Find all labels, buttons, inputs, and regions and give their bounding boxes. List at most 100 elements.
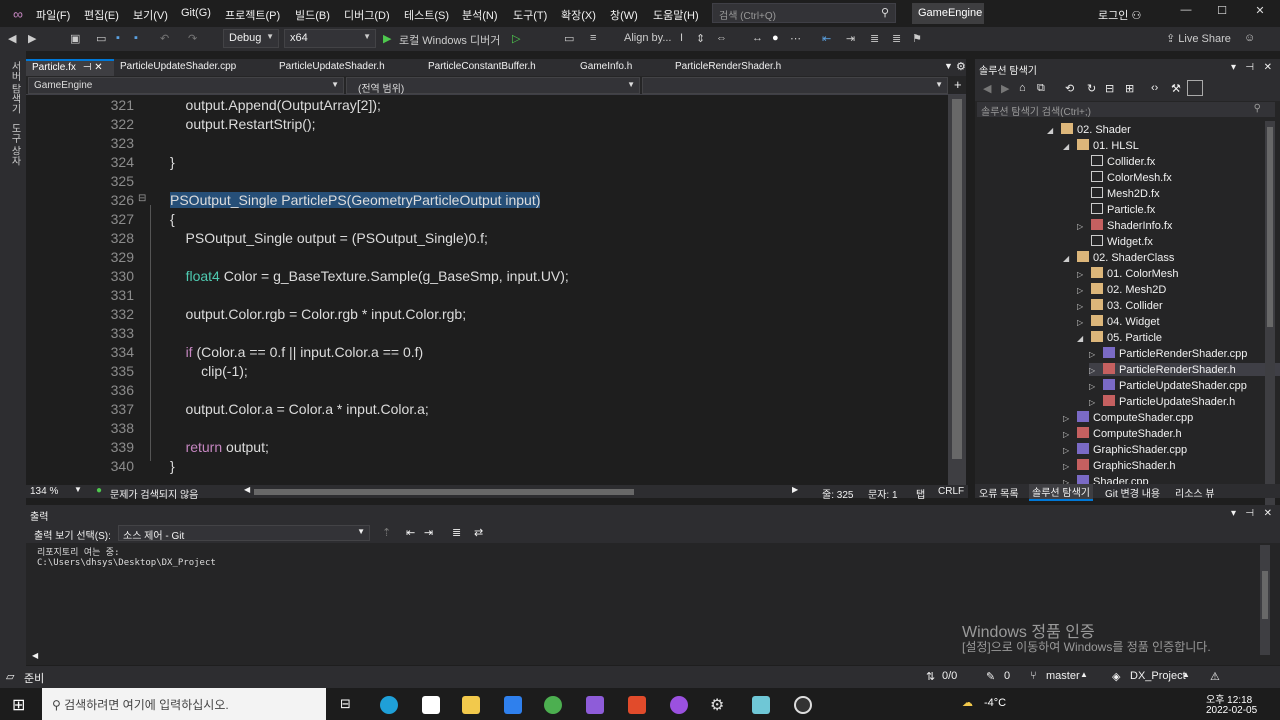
tree-item[interactable]: ▷ 03. Collider [1077, 299, 1163, 312]
tab-game-info-h[interactable]: GameInfo.h [574, 59, 638, 76]
align-by-button[interactable]: Align by... [624, 32, 672, 44]
close-icon[interactable]: ✕ [1248, 4, 1272, 22]
close-icon[interactable]: ✕ [1264, 62, 1272, 73]
forward-icon[interactable]: ▶ [1001, 82, 1009, 95]
login-button[interactable]: 로그인 ⚇ [1098, 7, 1141, 23]
align-center-icon[interactable]: ⇕ [696, 32, 705, 45]
eol-indicator[interactable]: CRLF [938, 486, 964, 497]
tree-item[interactable]: Widget.fx [1077, 235, 1153, 248]
server-explorer-tab[interactable]: 서버 탐색기 [7, 61, 22, 114]
open-icon[interactable]: ▭ [96, 32, 106, 45]
tree-item[interactable]: ▷ ParticleUpdateShader.h [1089, 395, 1235, 408]
branch-selector[interactable]: master [1046, 670, 1080, 682]
properties-icon[interactable]: ⚒ [1171, 82, 1181, 95]
output-source-select[interactable]: 소스 제어 - Git ▼ [118, 525, 370, 542]
clear-all-icon[interactable]: ≣ [452, 526, 461, 539]
settings-gear-icon[interactable]: ⚙ [710, 695, 724, 715]
width-icon[interactable]: ↔ [752, 32, 763, 44]
output-scrollbar[interactable] [1260, 545, 1270, 655]
comment-icon[interactable]: ≣ [870, 32, 879, 45]
tab-resource-view[interactable]: 리소스 뷰 [1175, 485, 1215, 500]
word-wrap-icon[interactable]: ⇄ [474, 526, 483, 539]
menu-item[interactable]: 분석(N) [462, 7, 498, 23]
editor-scrollbar[interactable] [948, 95, 966, 485]
live-share-button[interactable]: ⇪ Live Share [1166, 32, 1231, 45]
new-project-icon[interactable]: ▣ [70, 32, 80, 45]
run-debugger-button[interactable]: 로컬 Windows 디버거 [399, 32, 500, 48]
code-line[interactable]: output.Append(OutputArray[2]); [170, 97, 381, 113]
tab-mode-indicator[interactable]: 탭 [916, 486, 925, 501]
configuration-select[interactable]: Debug ▼ [223, 29, 279, 48]
menu-item[interactable]: 도구(T) [513, 7, 547, 23]
tab-list-icon[interactable]: ▼ [944, 61, 953, 71]
expand-chevron-icon[interactable]: ▷ [1077, 222, 1091, 231]
menu-item[interactable]: 확장(X) [561, 7, 596, 23]
tree-scrollbar[interactable] [1265, 121, 1275, 541]
project-select[interactable]: GameEngine ▼ [28, 77, 344, 94]
tree-item[interactable]: ▷ GraphicShader.cpp [1063, 443, 1187, 456]
tree-item[interactable]: ColorMesh.fx [1077, 171, 1172, 184]
code-line[interactable]: if (Color.a == 0.f || input.Color.a == 0… [170, 344, 424, 360]
tree-item[interactable]: ▷ 04. Widget [1077, 315, 1160, 328]
scroll-right-icon[interactable]: ▶ [792, 485, 798, 494]
clock-time[interactable]: 오후 12:18 [1206, 691, 1252, 706]
split-add-icon[interactable]: + [954, 77, 962, 92]
code-line[interactable]: return output; [170, 439, 269, 455]
menu-item[interactable]: 빌드(B) [295, 7, 330, 23]
tab-git-changes[interactable]: Git 변경 내용 [1105, 485, 1160, 500]
tab-particle-update-shader-cpp[interactable]: ParticleUpdateShader.cpp [114, 59, 242, 76]
scroll-left-icon[interactable]: ◀ [32, 651, 38, 660]
pin-icon[interactable]: ⊣ [83, 62, 92, 73]
expand-chevron-icon[interactable]: ◢ [1077, 334, 1091, 343]
settings-icon[interactable]: ⚙ [956, 60, 966, 73]
tree-item[interactable]: ◢ 02. Shader [1047, 123, 1131, 136]
search-input[interactable]: 검색 (Ctrl+Q) ⚲ [712, 3, 896, 23]
back-icon[interactable]: ◀ [8, 32, 16, 45]
taskbar-search-input[interactable]: ⚲ 검색하려면 여기에 입력하십시오. [42, 688, 326, 720]
save-all-icon[interactable]: ▪ [134, 32, 138, 44]
pin-icon[interactable]: ⊣ [1245, 62, 1254, 73]
back-icon[interactable]: ◀ [983, 82, 991, 95]
tree-item[interactable]: Particle.fx [1077, 203, 1155, 216]
menu-item[interactable]: 프로젝트(P) [225, 7, 280, 23]
code-line[interactable]: output.Color.rgb = Color.rgb * input.Col… [170, 306, 467, 322]
distribute-icon[interactable]: ⇔ [716, 32, 727, 44]
redo-icon[interactable]: ↷ [188, 32, 197, 45]
expand-chevron-icon[interactable]: ▷ [1063, 462, 1077, 471]
tree-item[interactable]: ▷ ParticleRenderShader.cpp [1089, 347, 1247, 360]
tree-item[interactable]: ▷ ComputeShader.h [1063, 427, 1182, 440]
tab-particle-update-shader-h[interactable]: ParticleUpdateShader.h [273, 59, 391, 76]
code-line[interactable]: output.RestartStrip(); [170, 116, 316, 132]
show-all-files-icon[interactable]: ⊞ [1125, 82, 1134, 95]
run-without-debug-icon[interactable]: ▷ [512, 32, 520, 45]
media-app-icon[interactable] [670, 696, 688, 714]
code-line[interactable]: PSOutput_Single ParticlePS(GeometryParti… [170, 192, 541, 208]
indent-icon[interactable]: ⇤ [822, 32, 831, 45]
menu-item[interactable]: 편집(E) [84, 7, 119, 23]
tree-item[interactable]: ▷ 02. Mesh2D [1077, 283, 1166, 296]
expand-chevron-icon[interactable]: ▷ [1089, 398, 1103, 407]
feedback-icon[interactable]: ☺ [1244, 32, 1255, 44]
tree-item[interactable]: ▷ GraphicShader.h [1063, 459, 1176, 472]
code-line[interactable]: clip(-1); [170, 363, 248, 379]
tree-item[interactable]: ▷ ComputeShader.cpp [1063, 411, 1193, 424]
expand-chevron-icon[interactable]: ▷ [1077, 302, 1091, 311]
expand-chevron-icon[interactable]: ▷ [1063, 446, 1077, 455]
platform-select[interactable]: x64 ▼ [284, 29, 376, 48]
scroll-left-icon[interactable]: ◀ [244, 485, 250, 494]
history-icon[interactable]: ⟲ [1065, 82, 1074, 95]
code-line[interactable]: } [170, 458, 175, 474]
close-tab-icon[interactable]: ✕ [94, 62, 102, 73]
solution-search-input[interactable]: 솔루션 탐색기 검색(Ctrl+;) ⚲ [977, 102, 1275, 118]
code-line[interactable]: float4 Color = g_BaseTexture.Sample(g_Ba… [170, 268, 569, 284]
folder-icon[interactable]: ▭ [564, 32, 574, 45]
tree-item[interactable]: ◢ 02. ShaderClass [1063, 251, 1174, 264]
scope-select[interactable]: (전역 범위) ▼ [346, 77, 640, 95]
prev-message-icon[interactable]: ⇤ [406, 526, 415, 539]
tab-particle-fx[interactable]: Particle.fx ⊣ ✕ [26, 59, 114, 76]
code-line[interactable]: } [170, 154, 175, 170]
tree-item[interactable]: ◢ 05. Particle [1077, 331, 1162, 344]
expand-chevron-icon[interactable]: ▷ [1077, 318, 1091, 327]
scrollbar-thumb[interactable] [1267, 127, 1273, 327]
tab-solution-explorer[interactable]: 솔루션 탐색기 [1029, 484, 1093, 501]
